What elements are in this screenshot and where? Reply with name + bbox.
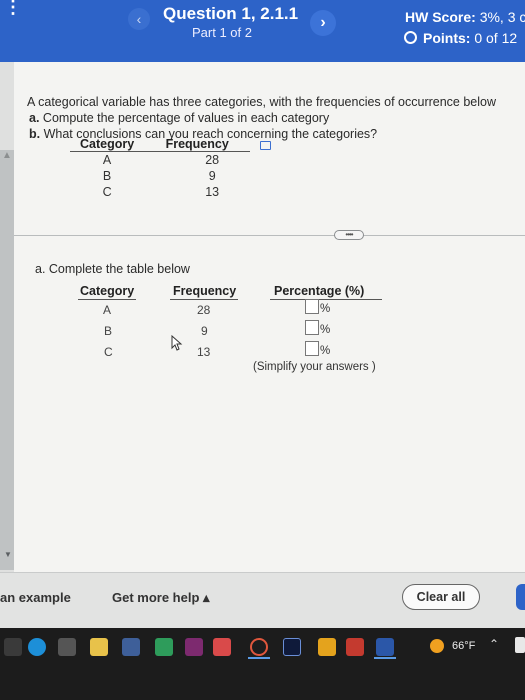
header-underline (170, 299, 238, 300)
word-icon[interactable] (376, 638, 394, 656)
app-icon[interactable] (318, 638, 336, 656)
answer-header-percentage: Percentage (%) (274, 284, 365, 298)
file-explorer-icon[interactable] (90, 638, 108, 656)
hw-score: HW Score: 3%, 3 c (405, 9, 525, 25)
answer-frequency-cell: 9 (201, 324, 208, 338)
answer-header-category: Category (80, 284, 135, 298)
get-more-help-link[interactable]: Get more help ▴ (112, 590, 210, 606)
problem-intro: A categorical variable has three categor… (27, 95, 497, 109)
answer-category-cell: C (104, 345, 113, 359)
table-row: B 9 (70, 168, 250, 184)
chrome-icon[interactable] (250, 638, 268, 656)
column-header-frequency: Frequency (144, 137, 251, 152)
points-value: 0 of 12 (474, 30, 518, 46)
edge-browser-icon[interactable] (28, 638, 46, 656)
problem-part-a: a. Compute the percentage of values in e… (27, 110, 496, 126)
table-row: C 13 (70, 184, 250, 200)
percentage-input-c[interactable] (305, 341, 319, 356)
check-answer-button[interactable] (516, 584, 525, 610)
answer-frequency-cell: 13 (197, 345, 211, 359)
points-label: Points: (423, 30, 471, 46)
view-example-link[interactable]: an example (0, 590, 71, 605)
hw-score-label: HW Score: (405, 9, 476, 25)
system-tray-caret-icon[interactable]: ⌃ (489, 637, 499, 651)
weather-icon[interactable] (430, 639, 444, 653)
part-b-label: b. (29, 127, 41, 141)
mail-icon[interactable] (122, 638, 140, 656)
premiere-icon[interactable] (283, 638, 301, 656)
active-app-indicator (248, 657, 270, 659)
column-header-category: Category (70, 137, 145, 152)
frequency-cell: 9 (208, 168, 216, 183)
percent-sign: % (320, 303, 331, 315)
problem-statement: A categorical variable has three categor… (27, 94, 496, 142)
frequency-cell: 28 (205, 152, 220, 167)
points-circle-icon (404, 31, 417, 44)
app-icon[interactable] (185, 638, 203, 656)
powerpoint-icon[interactable] (346, 638, 364, 656)
active-app-indicator (374, 657, 396, 659)
part-a-text: Compute the percentage of values in each… (42, 111, 330, 125)
header-underline (270, 299, 382, 300)
collapse-arrow-icon[interactable]: ▲ (2, 150, 12, 161)
answer-category-cell: B (104, 324, 113, 338)
hw-score-value: 3%, 3 c (479, 9, 525, 25)
more-options-icon[interactable]: ⋮ (4, 0, 22, 16)
points: Points: 0 of 12 (404, 30, 517, 46)
next-question-button[interactable]: › (310, 10, 336, 36)
scroll-down-arrow-icon[interactable]: ▼ (4, 550, 12, 559)
taskbar-start-icon[interactable] (4, 638, 22, 656)
header-underline (78, 299, 136, 300)
category-cell: B (102, 168, 112, 183)
question-title: Question 1, 2.1.1 (163, 4, 299, 23)
question-header: ⋮ ‹ Question 1, 2.1.1 Part 1 of 2 › HW S… (0, 0, 525, 62)
percentage-input-b[interactable] (305, 320, 319, 335)
copy-table-icon[interactable] (260, 141, 271, 150)
category-cell: C (102, 184, 112, 199)
frequency-table: Category Frequency A 28 B 9 C 13 (70, 137, 251, 200)
frequency-cell: 13 (205, 184, 220, 199)
section-divider (14, 235, 525, 236)
view-example-label: an example (0, 590, 71, 605)
answer-frequency-cell: 28 (197, 303, 211, 317)
answer-header-frequency: Frequency (173, 284, 237, 298)
clear-all-button[interactable]: Clear all (402, 584, 480, 610)
percentage-input-a[interactable] (305, 299, 319, 314)
left-scroll-rail[interactable] (0, 150, 14, 570)
part-a-label: a. (29, 111, 40, 125)
mouse-pointer-icon (171, 335, 183, 351)
question-part: Part 1 of 2 (192, 25, 252, 40)
app-icon[interactable] (213, 638, 231, 656)
simplify-hint: (Simplify your answers ) (253, 361, 376, 373)
store-icon[interactable] (155, 638, 173, 656)
expand-question-button[interactable]: •••• (334, 230, 364, 240)
temperature-readout[interactable]: 66°F (452, 640, 475, 652)
previous-question-button[interactable]: ‹ (128, 8, 150, 30)
category-cell: A (102, 152, 112, 167)
percent-sign: % (320, 345, 331, 357)
answer-category-cell: A (103, 303, 112, 317)
table-row: A 28 (70, 152, 250, 168)
answer-instruction: a. Complete the table below (35, 262, 190, 276)
calculator-icon[interactable] (58, 638, 76, 656)
tray-icon[interactable] (515, 637, 525, 653)
percent-sign: % (320, 324, 331, 336)
